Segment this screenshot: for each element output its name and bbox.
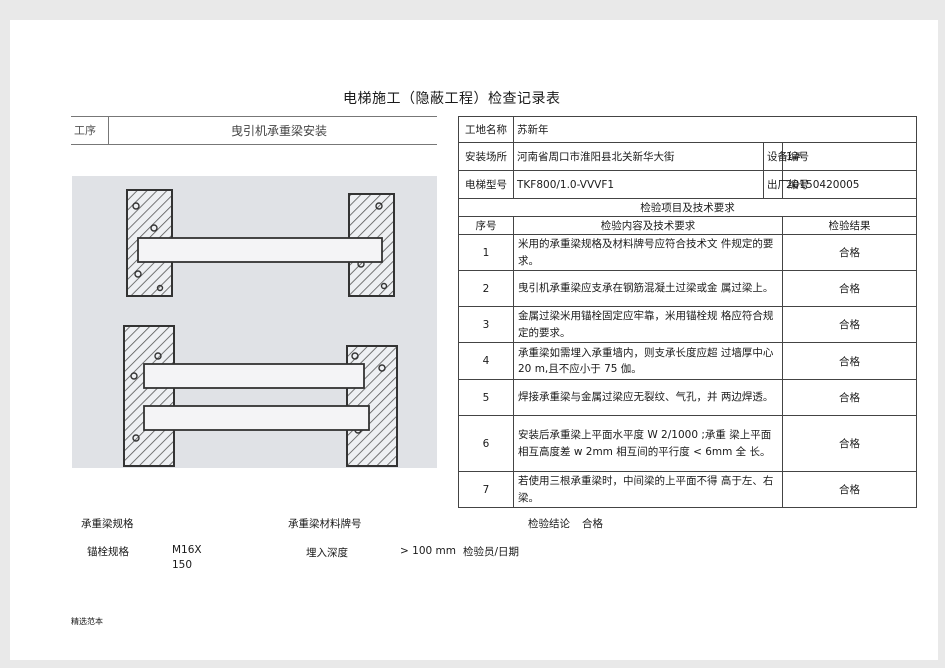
embed-depth-label: 埋入深度 [306, 547, 348, 559]
inspector-label: 检验员/日期 [463, 546, 520, 558]
item-text: 曳引机承重梁应支承在钢筋混凝土过梁或金 属过梁上。 [513, 270, 783, 307]
item-no: 4 [458, 342, 514, 380]
anchor-spec-value-2: 150 [172, 559, 193, 571]
process-divider [108, 117, 109, 144]
factory-no-value: 20150420005 [782, 170, 917, 199]
item-result: 合格 [782, 234, 917, 271]
item-no: 7 [458, 471, 514, 508]
table-row: 5 焊接承重梁与金属过梁应无裂纹、气孔，并 两边焊透。 合格 [458, 379, 917, 416]
site-row: 工地名称 苏新年 [458, 116, 917, 143]
top-beam [137, 237, 383, 263]
table-row: 2 曳引机承重梁应支承在钢筋混凝土过梁或金 属过梁上。 合格 [458, 270, 917, 307]
item-no: 5 [458, 379, 514, 416]
table-row: 3 金属过梁米用锚栓固定应牢靠，米用锚栓规 格应符合规定的要求。 合格 [458, 306, 917, 343]
table-row: 7 若使用三根承重梁时，中间梁的上平面不得 高于左、右梁。 合格 [458, 471, 917, 508]
item-text: 安装后承重梁上平面水平度 W 2/1000 ;承重 梁上平面相互高度差 w 2m… [513, 415, 783, 472]
item-text: 焊接承重梁与金属过梁应无裂纹、气孔，并 两边焊透。 [513, 379, 783, 416]
item-text: 金属过梁米用锚栓固定应牢靠，米用锚栓规 格应符合规定的要求。 [513, 306, 783, 343]
item-result: 合格 [782, 415, 917, 472]
section-title-row: 检验项目及技术要求 [458, 198, 917, 217]
item-text: 承重梁如需埋入承重墙内，则支承长度应超 过墙厚中心 20 m,且不应小于 75 … [513, 342, 783, 380]
item-result: 合格 [782, 270, 917, 307]
anchor-spec-value: M16X [172, 544, 202, 556]
item-result: 合格 [782, 379, 917, 416]
factory-no-label: 出厂编号 [763, 170, 809, 199]
bottom-beam-upper [143, 363, 365, 389]
model-row: 电梯型号 TKF800/1.0-VVVF1 出厂编号 20150420005 [458, 170, 917, 199]
anchor-spec-label: 锚栓规格 [87, 546, 129, 558]
item-no: 1 [458, 234, 514, 271]
location-label: 安装场所 [458, 142, 514, 171]
beam-installation-drawing [72, 176, 437, 468]
item-result: 合格 [782, 471, 917, 508]
bottom-beam-lower [143, 405, 370, 431]
col-no-header: 序号 [458, 216, 514, 235]
item-result: 合格 [782, 306, 917, 343]
table-row: 4 承重梁如需埋入承重墙内，则支承长度应超 过墙厚中心 20 m,且不应小于 7… [458, 342, 917, 380]
device-no-label: 设备编号 [763, 142, 809, 171]
site-value: 苏新年 [513, 116, 917, 143]
beam-spec-label: 承重梁规格 [81, 518, 134, 530]
item-no: 3 [458, 306, 514, 343]
item-result: 合格 [782, 342, 917, 380]
item-text: 米用的承重梁规格及材料牌号应符合技术文 件规定的要求。 [513, 234, 783, 271]
embed-depth-value: > 100 mm [400, 545, 456, 557]
beam-material-label: 承重梁材料牌号 [288, 518, 362, 530]
process-row: 工序 曳引机承重梁安装 [71, 116, 437, 145]
model-label: 电梯型号 [458, 170, 514, 199]
col-result-header: 检验结果 [782, 216, 917, 235]
conclusion-label: 检验结论 [528, 518, 570, 530]
table-row: 6 安装后承重梁上平面水平度 W 2/1000 ;承重 梁上平面相互高度差 w … [458, 415, 917, 472]
inspection-table: 工地名称 苏新年 安装场所 河南省周口市淮阳县北关新华大街 设备编号 1# 电梯… [458, 116, 917, 508]
conclusion-value: 合格 [582, 518, 603, 530]
bottom-left-wall [123, 325, 175, 467]
col-content-header: 检验内容及技术要求 [513, 216, 783, 235]
section-title: 检验项目及技术要求 [458, 198, 917, 217]
model-value: TKF800/1.0-VVVF1 [513, 170, 764, 199]
table-row: 1 米用的承重梁规格及材料牌号应符合技术文 件规定的要求。 合格 [458, 234, 917, 271]
column-header-row: 序号 检验内容及技术要求 检验结果 [458, 216, 917, 235]
item-no: 2 [458, 270, 514, 307]
location-row: 安装场所 河南省周口市淮阳县北关新华大街 设备编号 1# [458, 142, 917, 171]
sample-footer-text: 精选范本 [71, 617, 103, 626]
item-no: 6 [458, 415, 514, 472]
item-text: 若使用三根承重梁时，中间梁的上平面不得 高于左、右梁。 [513, 471, 783, 508]
location-value: 河南省周口市淮阳县北关新华大街 [513, 142, 764, 171]
document-title: 电梯施工（隐蔽工程）检查记录表 [343, 91, 561, 107]
site-label: 工地名称 [458, 116, 514, 143]
process-label: 工序 [74, 124, 96, 137]
process-value: 曳引机承重梁安装 [231, 124, 328, 138]
